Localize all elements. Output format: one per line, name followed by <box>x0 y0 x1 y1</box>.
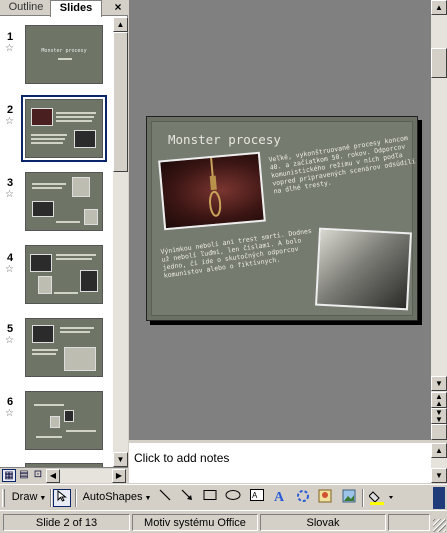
thumbnail-title: Monster procesy <box>41 48 87 54</box>
current-slide[interactable]: Monster procesy Veľké, vykonštruované pr… <box>146 116 418 321</box>
transition-icon: ☆ <box>5 116 14 127</box>
slide-sorter-icon[interactable]: ▤ <box>17 469 31 482</box>
resize-grip[interactable] <box>433 519 446 532</box>
fill-color-icon[interactable] <box>368 489 396 507</box>
text-box-icon[interactable]: A <box>248 489 266 507</box>
scroll-up-icon[interactable]: ▲ <box>431 0 447 15</box>
slide-number: 6 <box>7 396 14 408</box>
slide-thumbnail-3[interactable] <box>25 172 103 231</box>
next-slide-icon[interactable]: ▼ ▼ <box>431 408 447 424</box>
slide-thumbnail-5[interactable] <box>25 318 103 377</box>
scroll-down-icon[interactable] <box>431 424 447 440</box>
notes-scrollbar[interactable]: ▲ ▼ <box>431 443 447 483</box>
rectangle-icon[interactable] <box>201 489 219 507</box>
tab-slides[interactable]: Slides <box>50 0 102 17</box>
thumbnail-scrollbar[interactable]: ▲ ▼ <box>113 17 128 467</box>
slide-number: 5 <box>7 323 14 335</box>
scroll-right-icon[interactable]: ▶ <box>112 469 126 483</box>
toolbar-options-icon[interactable] <box>433 487 445 509</box>
chevron-down-icon: ▼ <box>37 495 47 502</box>
svg-text:A: A <box>274 490 285 503</box>
slide-number: 2 <box>7 104 14 116</box>
picture-icon[interactable] <box>340 489 358 507</box>
tab-outline[interactable]: Outline <box>2 0 50 16</box>
pane-tab-bar: Outline Slides × <box>0 0 128 17</box>
slide-position-status: Slide 2 of 13 <box>3 514 130 531</box>
oval-icon[interactable] <box>224 489 242 507</box>
toolbar-separator <box>362 489 364 507</box>
transition-icon: ☆ <box>5 408 14 419</box>
horizontal-scrollbar[interactable]: ◀ ▶ <box>46 469 126 483</box>
view-buttons-bar: ▦ ▤ ⊡ ◀ ▶ <box>0 467 128 483</box>
electric-chair-photo[interactable] <box>315 227 412 311</box>
scroll-thumb[interactable] <box>431 48 447 78</box>
scroll-thumb[interactable] <box>113 32 128 172</box>
diagram-icon[interactable] <box>294 489 312 507</box>
slide-paragraph-2[interactable]: Výnimkou neboli ani trest smrti. Dodnes … <box>160 226 323 280</box>
language-status: Slovak <box>260 514 386 531</box>
status-panel <box>388 514 430 531</box>
slide-thumbnail-2[interactable] <box>21 95 107 162</box>
chevron-down-icon: ▼ <box>142 495 152 502</box>
drawing-toolbar: Draw ▼ AutoShapes ▼ A A <box>0 484 447 510</box>
slide-show-icon[interactable]: ⊡ <box>31 469 45 482</box>
slide-thumbnail-1[interactable]: Monster procesy <box>25 25 103 84</box>
draw-label: Draw <box>11 491 38 503</box>
slide-title[interactable]: Monster procesy <box>168 132 281 147</box>
scroll-left-icon[interactable]: ◀ <box>46 469 60 483</box>
slide-number: 3 <box>7 177 14 189</box>
slide-scrollbar[interactable]: ▲ ▼ ▲ ▲ ▼ ▼ <box>431 0 447 440</box>
toolbar-separator <box>75 489 77 507</box>
scroll-up-icon[interactable]: ▲ <box>431 443 447 458</box>
slide-background: Monster procesy Veľké, vykonštruované pr… <box>151 121 416 316</box>
transition-icon: ☆ <box>5 189 14 200</box>
slide-thumbnail-list: 1 ☆ Monster procesy 2 ☆ 3 ☆ 4 ☆ 5 ☆ 6 ☆ <box>0 17 113 467</box>
transition-icon: ☆ <box>5 335 14 346</box>
slide-editing-area[interactable]: Monster procesy Veľké, vykonštruované pr… <box>129 0 431 440</box>
scroll-down-icon[interactable]: ▼ <box>431 376 447 391</box>
transition-icon: ☆ <box>5 43 14 54</box>
wordart-icon[interactable]: A <box>271 489 289 507</box>
svg-text:A: A <box>252 491 258 500</box>
slide-paragraph-1[interactable]: Veľké, vykonštruované procesy koncom 40.… <box>268 133 417 196</box>
arrow-icon[interactable] <box>178 489 196 507</box>
toolbar-grip[interactable] <box>2 489 5 507</box>
toolbar-separator <box>50 489 52 507</box>
scroll-down-icon[interactable]: ▼ <box>113 452 128 467</box>
line-icon[interactable] <box>156 489 174 507</box>
slide-thumbnail-6[interactable] <box>25 391 103 450</box>
design-template-status: Motiv systému Office <box>132 514 258 531</box>
clip-art-icon[interactable] <box>316 489 334 507</box>
noose-photo[interactable] <box>158 151 266 231</box>
transition-icon: ☆ <box>5 264 14 275</box>
scroll-up-icon[interactable]: ▲ <box>113 17 128 32</box>
slide-thumbnail-4[interactable] <box>25 245 103 304</box>
notes-pane[interactable]: Click to add notes ▲ ▼ <box>129 440 447 483</box>
close-pane-icon[interactable]: × <box>111 0 125 15</box>
status-bar: Slide 2 of 13 Motiv systému Office Slova… <box>0 510 447 533</box>
select-objects-icon[interactable] <box>53 489 71 507</box>
notes-placeholder[interactable]: Click to add notes <box>134 451 229 465</box>
slide-number: 1 <box>7 31 14 43</box>
normal-view-icon[interactable]: ▦ <box>2 469 16 482</box>
scroll-down-icon[interactable]: ▼ <box>431 468 447 483</box>
draw-menu-button[interactable]: Draw ▼ <box>9 488 49 508</box>
previous-slide-icon[interactable]: ▲ ▲ <box>431 392 447 408</box>
slides-pane: Outline Slides × 1 ☆ Monster procesy 2 ☆… <box>0 0 128 483</box>
autoshapes-menu-button[interactable]: AutoShapes ▼ <box>80 488 154 508</box>
slide-number: 4 <box>7 252 14 264</box>
noose-icon <box>209 157 222 217</box>
autoshapes-label: AutoShapes <box>82 491 143 503</box>
